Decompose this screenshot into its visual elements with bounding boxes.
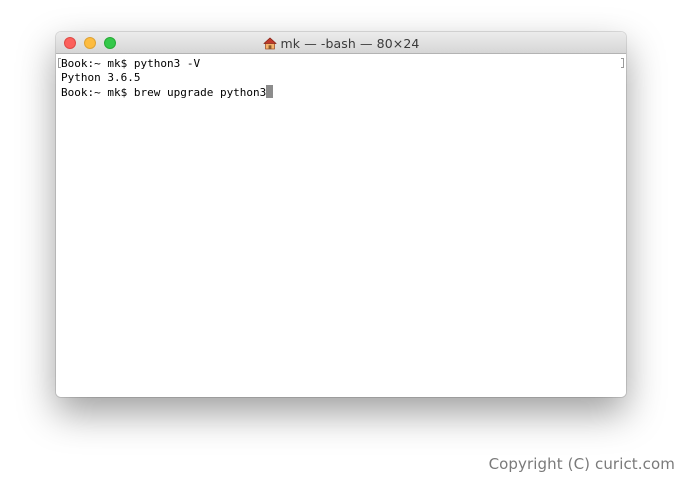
terminal-input-line[interactable]: Book:~ mk$ brew upgrade python3 xyxy=(61,85,626,99)
title-bar[interactable]: mk — -bash — 80×24 xyxy=(56,32,626,54)
window-title: mk — -bash — 80×24 xyxy=(56,32,626,54)
terminal-line: Book:~ mk$ python3 -V xyxy=(61,57,201,70)
terminal-window: mk — -bash — 80×24 Book:~ mk$ python3 -V… xyxy=(56,32,626,397)
screenshot-canvas: mk — -bash — 80×24 Book:~ mk$ python3 -V… xyxy=(0,0,682,478)
text-cursor xyxy=(266,85,274,98)
terminal-line: Python 3.6.5 xyxy=(61,71,141,84)
mark-bracket-right xyxy=(621,58,624,68)
window-title-text: mk — -bash — 80×24 xyxy=(280,35,420,51)
copyright-watermark: Copyright (C) curict.com xyxy=(488,455,675,473)
terminal-command-text: Book:~ mk$ brew upgrade python3 xyxy=(61,86,267,99)
mark-bracket-left xyxy=(58,58,61,68)
terminal-content[interactable]: Book:~ mk$ python3 -V Python 3.6.5 Book:… xyxy=(56,54,626,397)
home-icon xyxy=(263,37,276,49)
